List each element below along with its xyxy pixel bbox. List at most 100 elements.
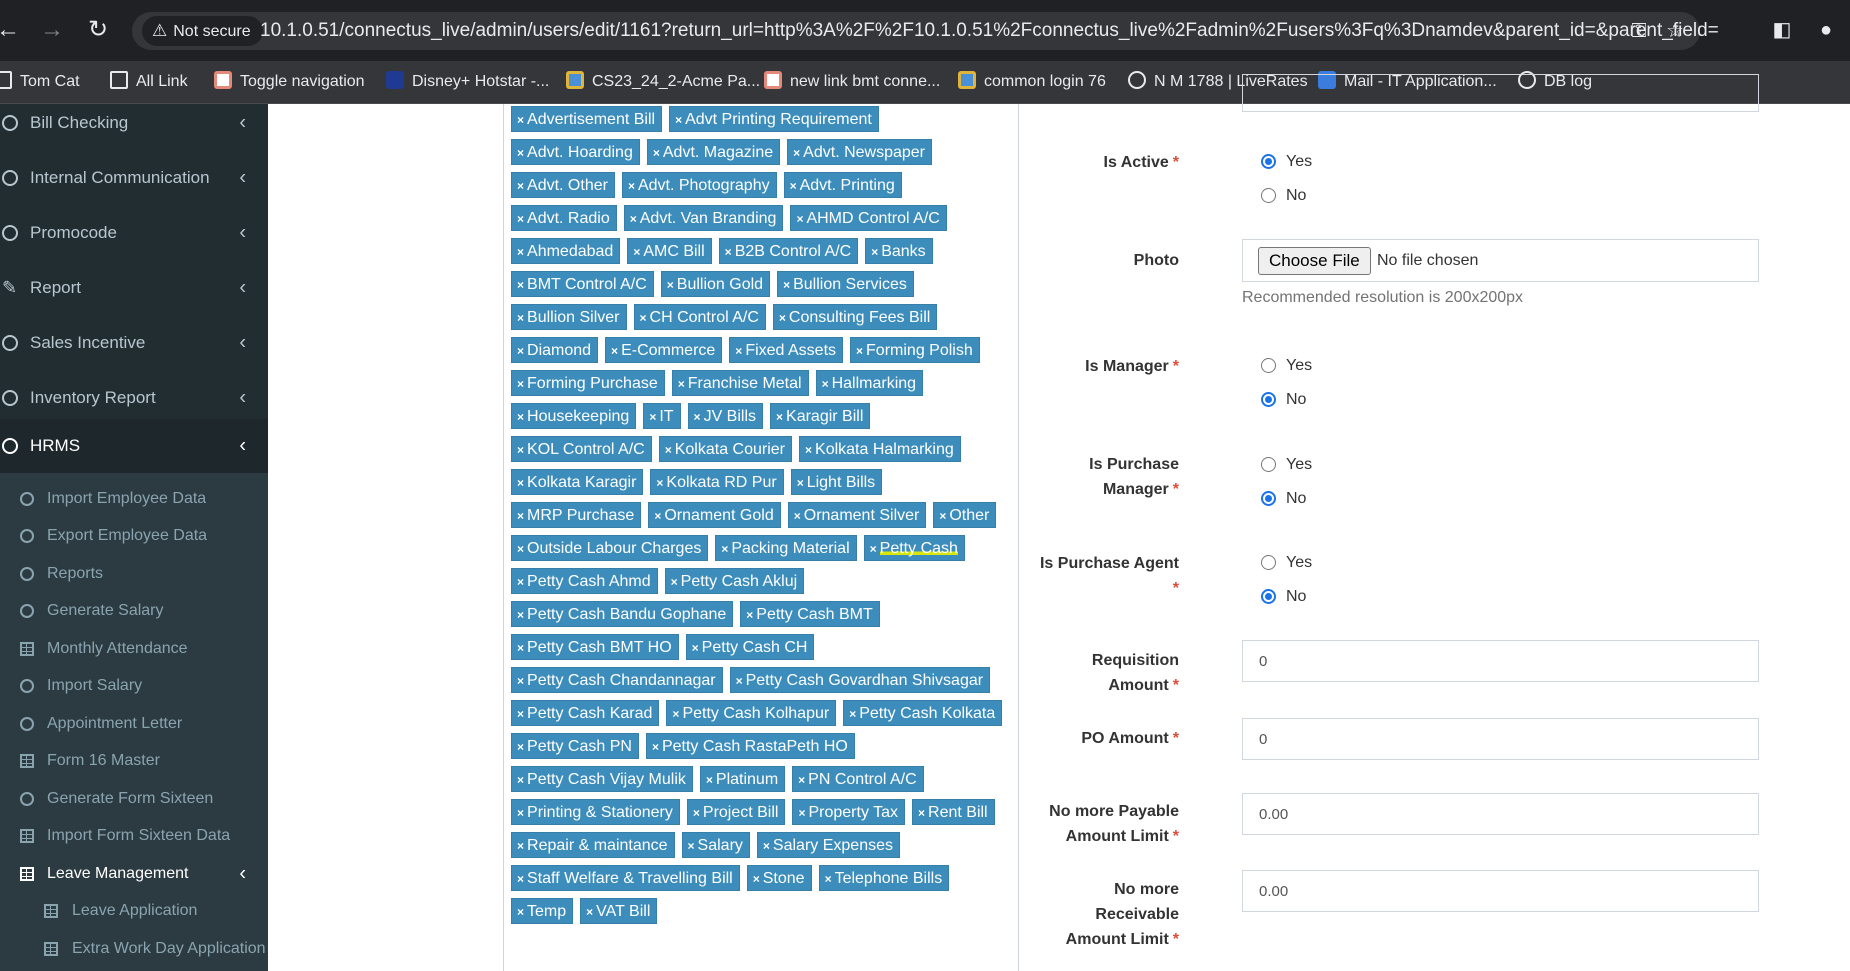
sidebar-item-generate-salary[interactable]: Generate Salary: [0, 592, 268, 629]
remove-tag-icon[interactable]: ×: [939, 509, 946, 523]
sidebar-item-extra-work-day-application[interactable]: Extra Work Day Application: [0, 930, 268, 967]
star-icon[interactable]: ☆: [1662, 18, 1688, 44]
selected-tag[interactable]: × AHMD Control A/C: [790, 205, 947, 231]
reload-icon[interactable]: ↻: [84, 16, 112, 44]
remove-tag-icon[interactable]: ×: [517, 608, 524, 622]
selected-tag[interactable]: × Petty Cash CH: [685, 634, 815, 660]
selected-tag[interactable]: × Diamond: [511, 337, 599, 363]
remove-tag-icon[interactable]: ×: [793, 146, 800, 160]
bookmark-bmt[interactable]: new link bmt conne...: [764, 69, 940, 95]
remove-tag-icon[interactable]: ×: [692, 641, 699, 655]
remove-tag-icon[interactable]: ×: [870, 542, 877, 556]
remove-tag-icon[interactable]: ×: [517, 509, 524, 523]
selected-tag[interactable]: × VAT Bill: [580, 898, 658, 924]
remove-tag-icon[interactable]: ×: [640, 311, 647, 325]
remove-tag-icon[interactable]: ×: [763, 839, 770, 853]
remove-tag-icon[interactable]: ×: [753, 872, 760, 886]
remove-tag-icon[interactable]: ×: [630, 212, 637, 226]
remove-tag-icon[interactable]: ×: [783, 278, 790, 292]
remove-tag-icon[interactable]: ×: [517, 905, 524, 919]
remove-tag-icon[interactable]: ×: [517, 806, 524, 820]
remove-tag-icon[interactable]: ×: [628, 179, 635, 193]
remove-tag-icon[interactable]: ×: [794, 509, 801, 523]
remove-tag-icon[interactable]: ×: [517, 542, 524, 556]
remove-tag-icon[interactable]: ×: [798, 806, 805, 820]
selected-tag[interactable]: × Kolkata Karagir: [511, 469, 644, 495]
selected-tag[interactable]: × Kolkata Halmarking: [799, 436, 961, 462]
remove-tag-icon[interactable]: ×: [871, 245, 878, 259]
remove-tag-icon[interactable]: ×: [517, 872, 524, 886]
remove-tag-icon[interactable]: ×: [517, 212, 524, 226]
sidebar-item-monthly-attendance[interactable]: Monthly Attendance: [0, 630, 268, 667]
remove-tag-icon[interactable]: ×: [790, 179, 797, 193]
selected-tag[interactable]: × Platinum: [699, 766, 786, 792]
selected-tag[interactable]: × Fixed Assets: [729, 337, 844, 363]
bookmark-toggle-navigation[interactable]: Toggle navigation: [214, 69, 365, 95]
selected-tag[interactable]: × BMT Control A/C: [511, 271, 654, 297]
selected-tag[interactable]: × Petty Cash Kolkata: [843, 700, 1003, 726]
remove-tag-icon[interactable]: ×: [825, 872, 832, 886]
back-icon[interactable]: ←: [0, 16, 22, 44]
remove-tag-icon[interactable]: ×: [649, 410, 656, 424]
selected-tag[interactable]: × Petty Cash: [863, 535, 965, 561]
selected-tag[interactable]: × Consulting Fees Bill: [772, 304, 938, 330]
remove-tag-icon[interactable]: ×: [517, 443, 524, 457]
sidebar-item-export-employee-data[interactable]: Export Employee Data: [0, 517, 268, 554]
remove-tag-icon[interactable]: ×: [798, 773, 805, 787]
selected-tag[interactable]: × Staff Welfare & Travelling Bill: [511, 865, 740, 891]
remove-tag-icon[interactable]: ×: [688, 839, 695, 853]
selected-tag[interactable]: × Stone: [746, 865, 812, 891]
remove-tag-icon[interactable]: ×: [517, 707, 524, 721]
remove-tag-icon[interactable]: ×: [671, 575, 678, 589]
selected-tag[interactable]: × Bullion Silver: [511, 304, 627, 330]
selected-tag[interactable]: × Ornament Gold: [648, 502, 781, 528]
forward-icon[interactable]: →: [38, 16, 66, 44]
remove-tag-icon[interactable]: ×: [721, 542, 728, 556]
remove-tag-icon[interactable]: ×: [517, 674, 524, 688]
remove-tag-icon[interactable]: ×: [611, 344, 618, 358]
remove-tag-icon[interactable]: ×: [672, 707, 679, 721]
selected-tag[interactable]: × B2B Control A/C: [718, 238, 859, 264]
remove-tag-icon[interactable]: ×: [736, 674, 743, 688]
selected-tag[interactable]: × Petty Cash Chandannagar: [511, 667, 723, 693]
sidebar-item-generate-form-sixteen[interactable]: Generate Form Sixteen: [0, 780, 268, 817]
sidebar-item-appointment-letter[interactable]: Appointment Letter: [0, 705, 268, 742]
selected-tag[interactable]: × Advt Printing Requirement: [669, 106, 879, 132]
bookmark-tom-cat[interactable]: Tom Cat: [0, 69, 80, 95]
remove-tag-icon[interactable]: ×: [517, 344, 524, 358]
remove-tag-icon[interactable]: ×: [805, 443, 812, 457]
remove-tag-icon[interactable]: ×: [796, 212, 803, 226]
sidebar-item-sales-incentive[interactable]: Sales Incentive ‹: [0, 316, 268, 370]
selected-tag[interactable]: × Light Bills: [790, 469, 883, 495]
remove-tag-icon[interactable]: ×: [517, 476, 524, 490]
sidebar-item-hrms[interactable]: HRMS ‹: [0, 419, 268, 473]
selected-tag[interactable]: × Advt. Magazine: [646, 139, 781, 165]
bookmark-common-login[interactable]: common login 76: [958, 69, 1106, 95]
remove-tag-icon[interactable]: ×: [653, 146, 660, 160]
selected-tag[interactable]: × Property Tax: [792, 799, 906, 825]
remove-tag-icon[interactable]: ×: [517, 245, 524, 259]
selected-tag[interactable]: × Advt. Photography: [621, 172, 777, 198]
selected-tag[interactable]: × Packing Material: [715, 535, 857, 561]
remove-tag-icon[interactable]: ×: [797, 476, 804, 490]
selected-tag[interactable]: × Bullion Services: [777, 271, 914, 297]
selected-tag[interactable]: × Salary Expenses: [756, 832, 900, 858]
url-text[interactable]: 10.1.0.51/connectus_live/admin/users/edi…: [260, 12, 1719, 50]
remove-tag-icon[interactable]: ×: [517, 740, 524, 754]
remove-tag-icon[interactable]: ×: [735, 344, 742, 358]
remove-tag-icon[interactable]: ×: [779, 311, 786, 325]
remove-tag-icon[interactable]: ×: [517, 113, 524, 127]
selected-tag[interactable]: × Petty Cash Akluj: [664, 568, 805, 594]
remove-tag-icon[interactable]: ×: [517, 278, 524, 292]
selected-tag[interactable]: × Advertisement Bill: [511, 106, 663, 132]
remove-tag-icon[interactable]: ×: [856, 344, 863, 358]
profile-icon[interactable]: ●: [1812, 16, 1840, 44]
remove-tag-icon[interactable]: ×: [517, 641, 524, 655]
remove-tag-icon[interactable]: ×: [517, 839, 524, 853]
selected-tag[interactable]: × Petty Cash Bandu Gophane: [511, 601, 734, 627]
selected-tag[interactable]: × Advt. Radio: [511, 205, 617, 231]
selected-tag[interactable]: × Petty Cash BMT: [740, 601, 880, 627]
no-more-receivable-input[interactable]: [1242, 870, 1759, 912]
security-chip[interactable]: ⚠ Not secure: [142, 16, 263, 46]
photo-file-input[interactable]: Choose File No file chosen: [1242, 239, 1759, 282]
